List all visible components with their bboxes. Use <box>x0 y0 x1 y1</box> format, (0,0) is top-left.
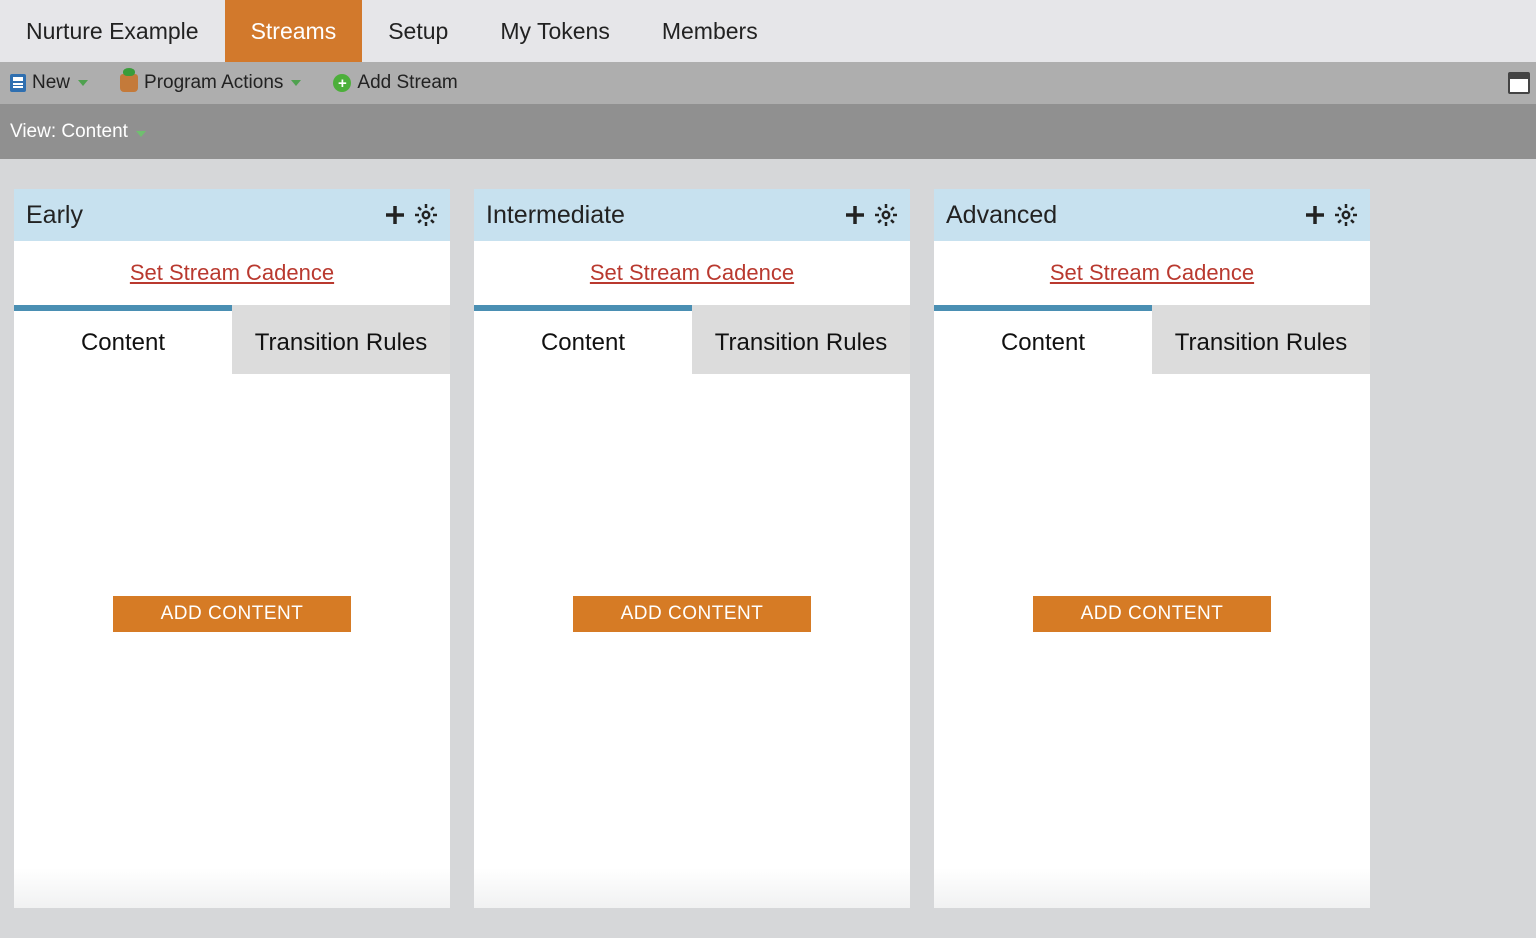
new-menu[interactable]: New <box>10 72 88 94</box>
subtab-label: Transition Rules <box>1175 329 1348 357</box>
cadence-row: Set Stream Cadence <box>934 241 1370 305</box>
subtab-content[interactable]: Content <box>474 305 692 374</box>
plus-icon[interactable] <box>1304 204 1326 226</box>
program-icon <box>120 74 138 92</box>
tab-nurture-example[interactable]: Nurture Example <box>0 0 225 62</box>
subtab-label: Transition Rules <box>715 329 888 357</box>
subtab-label: Content <box>1001 329 1085 357</box>
stream-header: Intermediate <box>474 189 910 241</box>
program-actions-label: Program Actions <box>144 72 283 94</box>
add-stream-label: Add Stream <box>357 72 457 94</box>
set-cadence-link[interactable]: Set Stream Cadence <box>590 260 794 286</box>
gear-icon[interactable] <box>414 203 438 227</box>
program-actions-menu[interactable]: Program Actions <box>120 72 301 94</box>
tab-label: Streams <box>251 18 337 45</box>
add-stream-button[interactable]: + Add Stream <box>333 72 457 94</box>
stream-content-area: ADD CONTENT <box>934 374 1370 908</box>
stream-subtabs: Content Transition Rules <box>14 305 450 374</box>
chevron-down-icon <box>136 131 146 137</box>
gear-icon[interactable] <box>874 203 898 227</box>
subtab-label: Content <box>541 329 625 357</box>
streams-container: Early Set Stream Cadence Content Transit… <box>0 159 1536 938</box>
stream-content-area: ADD CONTENT <box>474 374 910 908</box>
calendar-icon[interactable] <box>1508 72 1530 94</box>
stream-header: Advanced <box>934 189 1370 241</box>
tab-setup[interactable]: Setup <box>362 0 474 62</box>
stream-title: Early <box>26 201 83 230</box>
tab-label: Nurture Example <box>26 18 199 45</box>
subtab-label: Content <box>81 329 165 357</box>
toolbar: New Program Actions + Add Stream <box>0 62 1536 104</box>
subtab-transition-rules[interactable]: Transition Rules <box>1152 305 1370 374</box>
stream-title: Intermediate <box>486 201 625 230</box>
stream-card: Advanced Set Stream Cadence Content Tran… <box>934 189 1370 908</box>
stream-card: Early Set Stream Cadence Content Transit… <box>14 189 450 908</box>
subtab-content[interactable]: Content <box>934 305 1152 374</box>
stream-subtabs: Content Transition Rules <box>934 305 1370 374</box>
view-label: View: Content <box>10 121 128 142</box>
subtab-transition-rules[interactable]: Transition Rules <box>692 305 910 374</box>
folder-icon <box>10 74 26 92</box>
chevron-down-icon <box>78 80 88 86</box>
gear-icon[interactable] <box>1334 203 1358 227</box>
stream-content-area: ADD CONTENT <box>14 374 450 908</box>
add-content-button[interactable]: ADD CONTENT <box>113 596 351 632</box>
tab-streams[interactable]: Streams <box>225 0 363 62</box>
stream-card: Intermediate Set Stream Cadence Content … <box>474 189 910 908</box>
view-bar: View: Content <box>0 104 1536 159</box>
set-cadence-link[interactable]: Set Stream Cadence <box>130 260 334 286</box>
main-tabs: Nurture Example Streams Setup My Tokens … <box>0 0 1536 62</box>
chevron-down-icon <box>291 80 301 86</box>
tab-my-tokens[interactable]: My Tokens <box>474 0 636 62</box>
cadence-row: Set Stream Cadence <box>14 241 450 305</box>
tab-label: Setup <box>388 18 448 45</box>
tab-label: Members <box>662 18 758 45</box>
new-label: New <box>32 72 70 94</box>
plus-icon[interactable] <box>844 204 866 226</box>
cadence-row: Set Stream Cadence <box>474 241 910 305</box>
stream-header: Early <box>14 189 450 241</box>
tab-label: My Tokens <box>500 18 610 45</box>
view-selector[interactable]: View: Content <box>10 121 146 143</box>
add-content-button[interactable]: ADD CONTENT <box>573 596 811 632</box>
plus-circle-icon: + <box>333 74 351 92</box>
subtab-content[interactable]: Content <box>14 305 232 374</box>
plus-icon[interactable] <box>384 204 406 226</box>
subtab-label: Transition Rules <box>255 329 428 357</box>
stream-subtabs: Content Transition Rules <box>474 305 910 374</box>
set-cadence-link[interactable]: Set Stream Cadence <box>1050 260 1254 286</box>
subtab-transition-rules[interactable]: Transition Rules <box>232 305 450 374</box>
stream-title: Advanced <box>946 201 1057 230</box>
tab-members[interactable]: Members <box>636 0 784 62</box>
add-content-button[interactable]: ADD CONTENT <box>1033 596 1271 632</box>
